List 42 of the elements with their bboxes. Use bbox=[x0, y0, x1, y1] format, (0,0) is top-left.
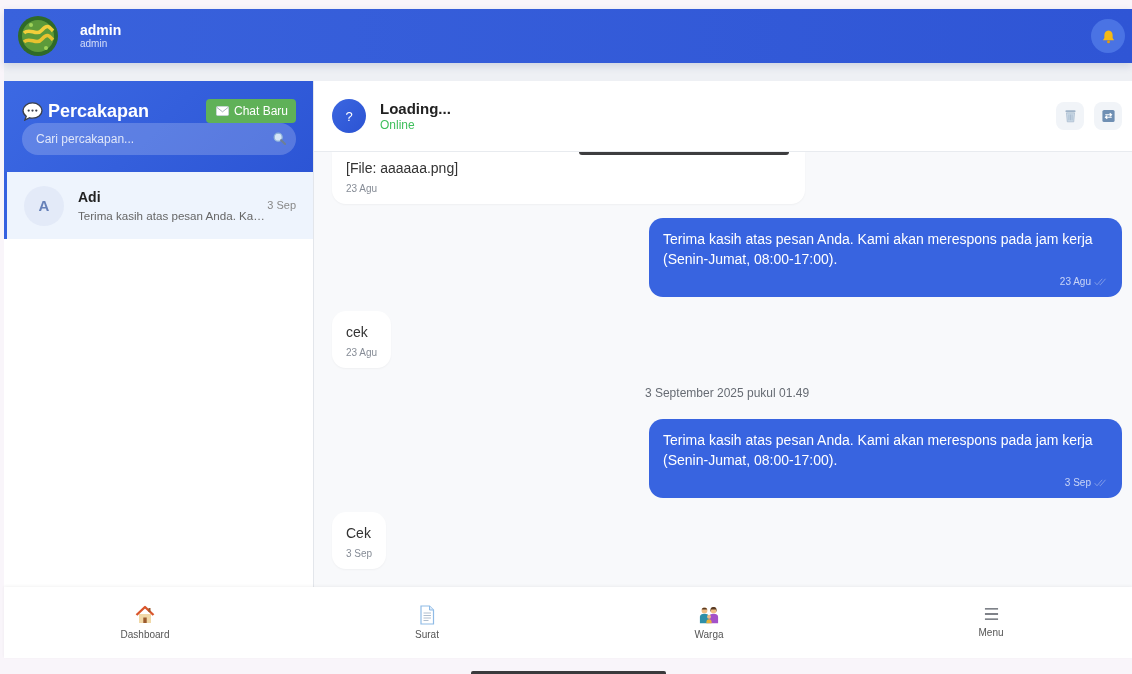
swap-arrows-icon bbox=[1101, 109, 1115, 123]
conversation-name: Adi bbox=[78, 187, 101, 206]
sidebar-title: Percakapan bbox=[48, 100, 150, 122]
user-role: admin bbox=[80, 38, 108, 50]
family-icon bbox=[699, 604, 719, 625]
message-time: 23 Agu bbox=[1059, 275, 1091, 289]
trash-icon bbox=[1063, 109, 1077, 123]
envelope-icon bbox=[215, 106, 229, 116]
refresh-button[interactable] bbox=[1094, 102, 1122, 130]
user-name: admin bbox=[80, 22, 122, 38]
nav-item[interactable]: Surat bbox=[286, 587, 568, 658]
conversation-preview: Terima kasih atas pesan Anda. Ka… bbox=[78, 207, 265, 224]
contact-avatar: A bbox=[24, 185, 64, 226]
speech-bubble-icon bbox=[22, 101, 43, 121]
house-icon bbox=[135, 604, 155, 625]
conversation-time: 3 Sep bbox=[267, 198, 296, 211]
message-text: Cek bbox=[346, 524, 371, 543]
contact-name: Loading... bbox=[380, 99, 451, 118]
double-check-icon bbox=[1094, 278, 1108, 286]
nav-item[interactable]: Warga bbox=[568, 587, 850, 658]
message-time: 3 Sep bbox=[346, 547, 373, 561]
message-time: 3 Sep bbox=[1064, 476, 1091, 490]
delete-button[interactable] bbox=[1056, 102, 1084, 130]
message-text: [File: aaaaaa.png] bbox=[346, 159, 459, 178]
message-time: 23 Agu bbox=[346, 346, 378, 360]
message-text: cek bbox=[346, 323, 368, 342]
message-text: Terima kasih atas pesan Anda. Kami akan merespons pada jam kerja (Senin-Jumat, 08:00-17:00). bbox=[663, 431, 1094, 470]
conversation-item[interactable]: A Adi Terima kasih atas pesan Anda. Ka… 3 Sep bbox=[4, 172, 313, 239]
contact-status: Online bbox=[380, 117, 415, 133]
nav-item[interactable]: Menu bbox=[850, 587, 1132, 658]
message-time: 23 Agu bbox=[346, 182, 378, 196]
menu-icon bbox=[983, 606, 999, 621]
logo-icon bbox=[18, 16, 58, 56]
date-separator: 3 September 2025 pukul 01.49 bbox=[644, 385, 810, 401]
double-check-icon bbox=[1094, 479, 1108, 487]
notification-button[interactable] bbox=[1091, 19, 1125, 53]
document-icon bbox=[417, 604, 437, 625]
contact-avatar: ? bbox=[332, 99, 366, 133]
message-text: Terima kasih atas pesan Anda. Kami akan merespons pada jam kerja (Senin-Jumat, 08:00-17:00). bbox=[663, 230, 1094, 269]
bell-icon bbox=[1100, 28, 1116, 44]
search-icon bbox=[273, 132, 286, 145]
nav-item[interactable]: Dashboard bbox=[4, 587, 286, 658]
